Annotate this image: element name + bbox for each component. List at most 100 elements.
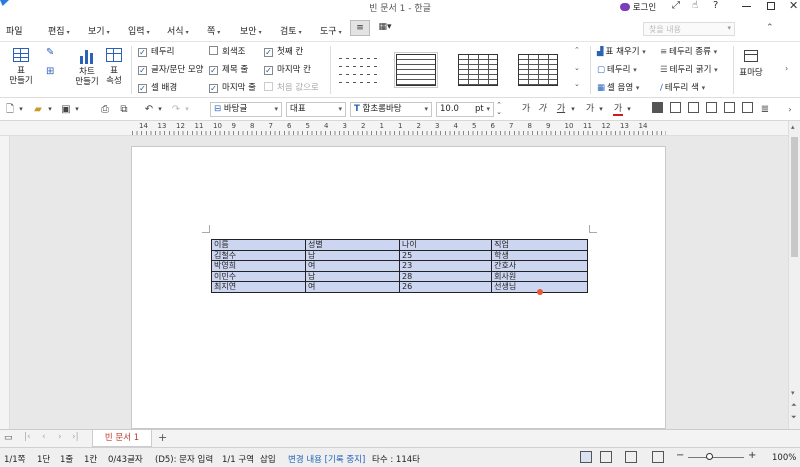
menu-format[interactable]: 서식 ▾ (167, 24, 189, 37)
font-select[interactable]: T 함초롬바탕 ▾ (350, 102, 432, 117)
table-cell[interactable]: 김철수 (211, 249, 306, 261)
status-insert[interactable]: 삽입 (260, 453, 276, 465)
chevron-down-icon[interactable]: ▾ (46, 102, 54, 117)
minimize-icon[interactable] (742, 6, 751, 7)
tab-list-icon[interactable]: ▭ (4, 433, 13, 443)
scroll-up-icon[interactable]: ▴ (791, 123, 795, 131)
tab-last-icon[interactable]: ›| (72, 432, 79, 442)
table-cell[interactable]: 나이 (398, 239, 493, 251)
chevron-down-icon[interactable]: ▾ (156, 102, 164, 117)
table-style-grid-3[interactable] (518, 54, 558, 86)
menu-tools[interactable]: 도구 ▾ (320, 24, 342, 37)
table-cell[interactable]: 남 (305, 270, 400, 282)
menu-insert[interactable]: 입력 ▾ (128, 24, 150, 37)
cell-edit-icon[interactable]: ✎ (46, 47, 54, 58)
checkbox-char-para-shape[interactable]: ✓ 글자/문단 모양 (138, 64, 204, 76)
zoom-level[interactable]: 100% (772, 453, 796, 463)
checkbox-last-row[interactable]: ✓ 마지막 줄 (209, 82, 256, 94)
table-cell[interactable]: 여 (305, 260, 400, 272)
table-cell[interactable]: 23 (398, 260, 493, 272)
tab-prev-icon[interactable]: ‹ (42, 432, 46, 442)
checkbox-grayscale[interactable]: 회색조 (209, 46, 245, 58)
new-doc-icon[interactable]: 🗋 (4, 102, 16, 117)
preview-icon[interactable]: ⧉ (117, 102, 131, 117)
maximize-icon[interactable] (767, 2, 775, 10)
language-select[interactable]: 대표 ▾ (286, 102, 346, 117)
line-spacing-icon[interactable]: ≣ (758, 102, 772, 117)
table-cell[interactable]: 26 (398, 281, 493, 293)
menu-security[interactable]: 보안 ▾ (240, 24, 262, 37)
size-stepper-icon[interactable]: ⌃ ⌄ (495, 102, 503, 117)
redo-icon[interactable]: ↷ (170, 102, 182, 117)
chevron-down-icon[interactable]: ▾ (17, 102, 25, 117)
help-button[interactable]: ? (713, 0, 718, 11)
table-cell[interactable]: 25 (398, 249, 493, 261)
menu-file[interactable]: 파일 (6, 24, 23, 37)
bold-icon[interactable]: 가 (520, 102, 532, 117)
document-workspace[interactable]: 이름 성별 나이 직업 김철수 남 25 학생 박영희 여 23 간호사 이민수 남 28 회사원 최지연 여 26… (10, 136, 788, 429)
zoom-slider-track[interactable] (688, 457, 744, 458)
menu-page[interactable]: 쪽 ▾ (207, 24, 220, 37)
table-cell[interactable]: 직업 (491, 239, 588, 251)
table-cell[interactable]: 남 (305, 249, 400, 261)
vertical-ruler[interactable] (0, 136, 10, 429)
checkbox-border[interactable]: ✓ 테두리 (138, 46, 174, 58)
table-cell[interactable]: 이름 (211, 239, 306, 251)
login-button[interactable]: 로그인 (620, 1, 656, 13)
save-icon[interactable]: ▣ (60, 102, 72, 117)
table-design-tab[interactable]: ≡ (350, 20, 370, 36)
table-cell[interactable]: 학생 (491, 249, 588, 261)
table-properties-button[interactable]: 표 속성 (100, 48, 128, 86)
strike-icon[interactable]: 가 (584, 102, 596, 117)
open-folder-icon[interactable]: ▰ (31, 102, 45, 117)
chevron-down-icon[interactable]: ▾ (183, 102, 191, 117)
table-style-grid-2[interactable] (458, 54, 498, 86)
border-color-tool[interactable]: ∕ 테두리 색 ▾ (660, 82, 705, 94)
table-create-button[interactable]: 표 만들기 (4, 48, 38, 86)
gallery-more-icon[interactable]: ⌄ (574, 80, 580, 88)
table-cell[interactable]: 최지연 (211, 281, 306, 293)
search-box[interactable]: 찾을 내용 ▾ (643, 22, 735, 36)
underline-icon[interactable]: 가 (554, 102, 568, 117)
checkbox-cell-background[interactable]: ✓ 셀 배경 (138, 82, 177, 94)
chevron-down-icon[interactable]: ▾ (73, 102, 81, 117)
tab-document-1[interactable]: 빈 문서 1 (92, 430, 152, 447)
horizontal-ruler[interactable]: 14 13 12 11 10 9 8 7 6 5 4 3 2 1 1 2 3 4 5 6 7 8 9 10 11 12 13 14 (0, 121, 800, 136)
chevron-down-icon[interactable]: ▾ (569, 102, 577, 117)
close-icon[interactable]: ✕ (789, 0, 798, 12)
align-justify-icon[interactable] (704, 102, 718, 117)
table-layout-button[interactable]: 표마당 (736, 50, 766, 79)
style-select[interactable]: ⊟ 바탕글 ▾ (210, 102, 282, 117)
table-cell[interactable]: 회사원 (491, 270, 588, 282)
menu-edit[interactable]: 편집 ▾ (48, 24, 70, 37)
scroll-thumb[interactable] (791, 137, 798, 257)
page-up-icon[interactable]: ⏶ (791, 401, 797, 410)
print-icon[interactable]: ⎙ (98, 102, 112, 117)
align-right-icon[interactable] (686, 102, 700, 117)
table-cell[interactable]: 성별 (305, 239, 400, 251)
table-cell[interactable]: 박영희 (211, 260, 306, 272)
chevron-down-icon[interactable]: ▾ (625, 102, 633, 117)
table-cell[interactable]: 이민수 (211, 270, 306, 282)
align-divide-icon[interactable] (740, 102, 754, 117)
menu-view[interactable]: 보기 ▾ (88, 24, 110, 37)
view-normal-icon[interactable] (580, 451, 592, 463)
scroll-down-icon[interactable]: ▾ (791, 389, 795, 397)
align-center-icon[interactable] (668, 102, 682, 117)
ribbon-scroll-icon[interactable]: › (785, 64, 788, 73)
table-style-grid-1[interactable] (394, 52, 438, 88)
fullscreen-icon[interactable]: ⤢ (672, 0, 680, 11)
italic-icon[interactable]: 가 (536, 102, 548, 117)
table-style-none[interactable] (339, 54, 377, 84)
border-weight-tool[interactable]: ☰ 테두리 굵기 ▾ (660, 64, 718, 76)
zoom-slider-thumb[interactable] (706, 453, 713, 460)
toolbar-more-icon[interactable]: › (785, 102, 795, 117)
tab-first-icon[interactable]: |‹ (24, 432, 31, 442)
add-tab-button[interactable]: + (158, 431, 167, 444)
chevron-down-icon[interactable]: ▾ (597, 102, 605, 117)
font-size-select[interactable]: 10.0 pt ▾ (436, 102, 494, 117)
font-color-icon[interactable]: 가 (612, 102, 624, 117)
status-track-changes[interactable]: 변경 내용 [기록 중지] (288, 453, 365, 465)
zoom-fit-icon[interactable] (652, 451, 664, 463)
zoom-out-icon[interactable]: − (676, 450, 684, 461)
